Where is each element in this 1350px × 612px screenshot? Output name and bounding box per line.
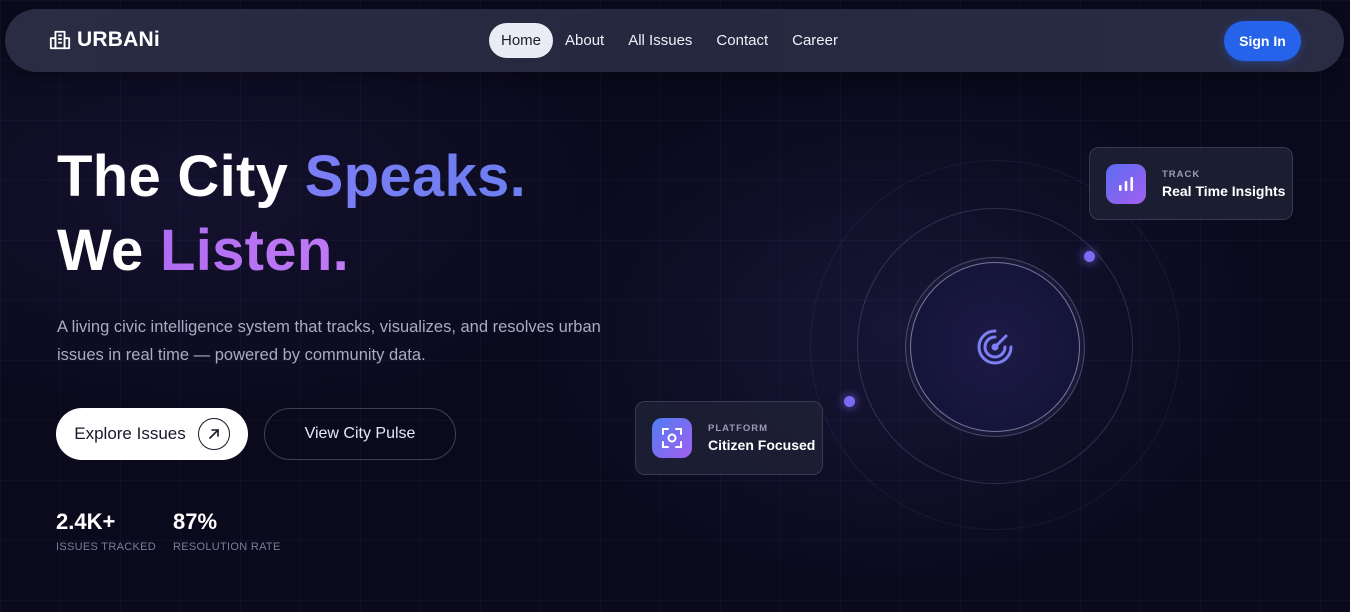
orbit-dot bbox=[844, 396, 855, 407]
platform-card: PLATFORM Citizen Focused bbox=[635, 401, 823, 475]
headline-line-1: The City Speaks. bbox=[57, 140, 526, 214]
headline-line-2: We Listen. bbox=[57, 214, 526, 288]
orbit-dot bbox=[1084, 251, 1095, 262]
track-card-eyebrow: TRACK bbox=[1162, 168, 1201, 180]
scan-focus-icon bbox=[652, 418, 692, 458]
stat-issues-tracked: 2.4K+ ISSUES TRACKED bbox=[56, 509, 156, 553]
track-card-title: Real Time Insights bbox=[1162, 182, 1286, 199]
radar-icon bbox=[977, 329, 1013, 365]
nav-link-home[interactable]: Home bbox=[489, 23, 554, 58]
headline-line-2-plain: We bbox=[57, 218, 160, 283]
view-city-pulse-button[interactable]: View City Pulse bbox=[264, 408, 456, 460]
platform-card-eyebrow: PLATFORM bbox=[708, 423, 769, 434]
sign-in-button[interactable]: Sign In bbox=[1224, 21, 1301, 61]
explore-issues-button[interactable]: Explore Issues bbox=[56, 408, 248, 460]
stat-label: RESOLUTION RATE bbox=[173, 541, 281, 553]
building-icon bbox=[49, 30, 71, 50]
stat-value: 87% bbox=[173, 509, 218, 534]
stat-value: 2.4K+ bbox=[56, 509, 116, 534]
headline-line-1-accent: Speaks. bbox=[304, 144, 526, 209]
explore-issues-label: Explore Issues bbox=[74, 424, 186, 443]
nav-link-about[interactable]: About bbox=[553, 23, 616, 58]
hero-headline: The City Speaks. We Listen. bbox=[57, 140, 526, 288]
nav-link-all-issues[interactable]: All Issues bbox=[616, 23, 704, 58]
nav-link-contact[interactable]: Contact bbox=[704, 23, 780, 58]
arrow-up-right-icon bbox=[197, 418, 230, 450]
platform-card-title: Citizen Focused bbox=[708, 437, 816, 453]
nav-links: Home About All Issues Contact Career bbox=[489, 23, 850, 58]
nav-link-career[interactable]: Career bbox=[780, 23, 850, 58]
brand-logo[interactable]: URBANi bbox=[49, 28, 160, 52]
stat-resolution-rate: 87% RESOLUTION RATE bbox=[173, 509, 281, 553]
stat-label: ISSUES TRACKED bbox=[56, 541, 156, 553]
navbar: URBANi Home About All Issues Contact Car… bbox=[5, 9, 1344, 72]
track-card-text: TRACK Real Time Insights bbox=[1162, 169, 1285, 199]
platform-card-text: PLATFORM Citizen Focused bbox=[708, 423, 815, 453]
hero-subtitle: A living civic intelligence system that … bbox=[57, 318, 601, 364]
brand-name: URBANi bbox=[77, 28, 160, 51]
headline-line-2-accent: Listen. bbox=[159, 218, 349, 283]
headline-line-1-plain: The City bbox=[57, 144, 305, 209]
track-card: TRACK Real Time Insights bbox=[1089, 147, 1293, 220]
radar-core bbox=[910, 262, 1080, 432]
bar-chart-icon bbox=[1106, 163, 1146, 204]
